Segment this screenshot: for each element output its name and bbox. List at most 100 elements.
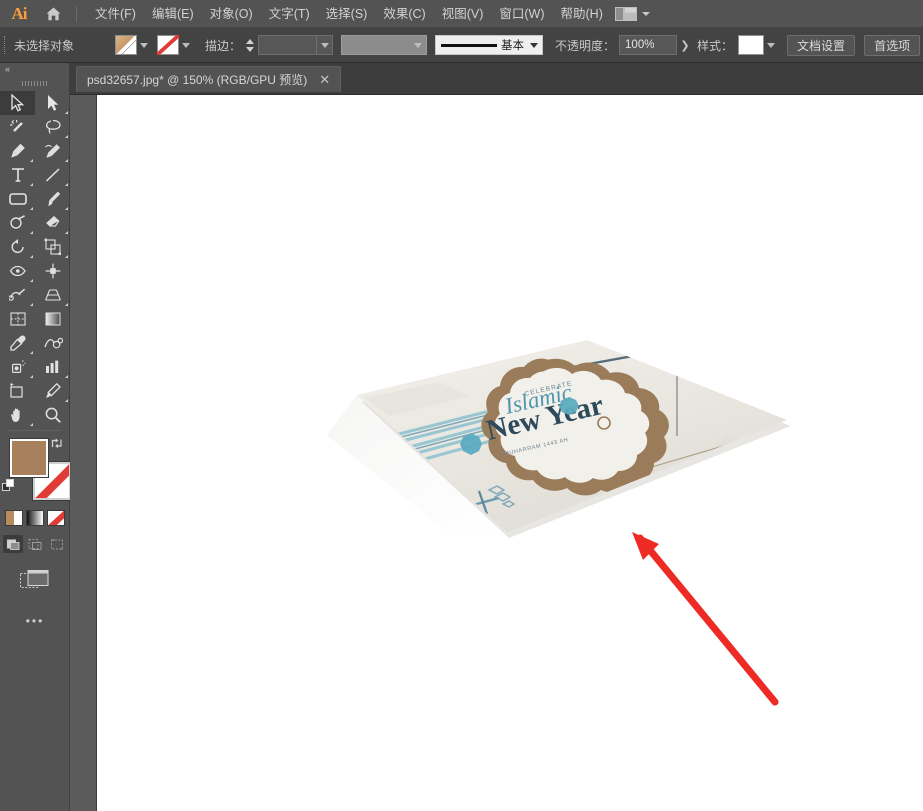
poster-mockup-artwork[interactable]: CELEBRATE Islamic New Year 1 MUHARRAM 14… — [207, 340, 807, 580]
fill-color-swatch[interactable] — [115, 35, 137, 55]
chevron-down-icon — [767, 42, 776, 48]
direct-selection-tool[interactable] — [35, 91, 70, 115]
chevron-down-icon — [140, 42, 148, 48]
eyedropper-tool[interactable] — [0, 331, 35, 355]
type-tool[interactable] — [0, 163, 35, 187]
screen-mode-icon[interactable] — [20, 569, 50, 596]
menu-items: 文件(F) 编辑(E) 对象(O) 文字(T) 选择(S) 效果(C) 视图(V… — [87, 1, 611, 27]
menu-help[interactable]: 帮助(H) — [553, 2, 611, 26]
menu-view[interactable]: 视图(V) — [434, 2, 492, 26]
stroke-weight-dropdown[interactable] — [316, 36, 332, 54]
chevron-down-icon — [642, 12, 650, 16]
fill-dropdown-arrow[interactable] — [137, 35, 151, 55]
graphic-style-dropdown[interactable] — [764, 35, 778, 55]
blend-tool[interactable] — [35, 331, 70, 355]
chevron-down-icon — [246, 46, 255, 52]
document-setup-button[interactable]: 文档设置 — [787, 34, 856, 56]
brush-definition-dropdown[interactable] — [526, 36, 542, 54]
rotate-tool[interactable] — [0, 235, 35, 259]
collapse-panel-icon[interactable]: « — [5, 64, 10, 74]
menubar-divider — [76, 5, 77, 22]
draw-normal-button[interactable] — [3, 535, 23, 553]
brush-definition-select[interactable]: 基本 — [435, 35, 544, 55]
chevron-up-icon — [246, 38, 255, 44]
swap-fill-stroke-icon[interactable] — [50, 436, 64, 455]
menu-object[interactable]: 对象(O) — [202, 2, 261, 26]
tool-grid — [0, 89, 70, 427]
fill-swatch-group[interactable] — [115, 35, 151, 55]
toolbar-fill-swatch[interactable] — [9, 438, 49, 478]
close-icon[interactable]: ✕ — [317, 72, 332, 87]
menu-type[interactable]: 文字(T) — [261, 2, 318, 26]
illustrator-window: Ai 文件(F) 编辑(E) 对象(O) 文字(T) 选择(S) 效果(C) 视… — [0, 0, 923, 811]
gradient-tool[interactable] — [35, 307, 70, 331]
app-logo: Ai — [11, 3, 28, 23]
tools-panel-header: « — [0, 63, 69, 77]
draw-behind-button[interactable] — [25, 535, 45, 553]
more-tools-button[interactable]: ••• — [0, 611, 70, 631]
default-fill-stroke-icon[interactable] — [2, 479, 16, 498]
shaper-tool[interactable] — [0, 211, 35, 235]
eraser-tool[interactable] — [35, 211, 70, 235]
workspace-switcher[interactable] — [610, 3, 655, 25]
draw-inside-button[interactable] — [47, 535, 67, 553]
stroke-weight-input[interactable] — [258, 35, 334, 55]
preferences-button[interactable]: 首选项 — [864, 34, 921, 56]
curvature-tool[interactable] — [35, 139, 70, 163]
menu-select[interactable]: 选择(S) — [318, 2, 376, 26]
symbol-sprayer-tool[interactable] — [0, 355, 35, 379]
shape-builder-tool[interactable] — [0, 283, 35, 307]
workspace-layout-icon — [615, 7, 637, 21]
artboard-tool[interactable] — [0, 379, 35, 403]
document-tab[interactable]: psd32657.jpg* @ 150% (RGB/GPU 预览) ✕ — [76, 66, 342, 92]
home-icon[interactable] — [36, 1, 70, 27]
free-transform-tool[interactable] — [35, 259, 70, 283]
line-segment-tool[interactable] — [35, 163, 70, 187]
slice-tool[interactable] — [35, 379, 70, 403]
color-mode-row — [0, 510, 70, 530]
pen-tool[interactable] — [0, 139, 35, 163]
rectangle-tool[interactable] — [0, 187, 35, 211]
stroke-swatch-group[interactable] — [157, 35, 193, 55]
perspective-grid-tool[interactable] — [35, 283, 70, 307]
stroke-dropdown-arrow[interactable] — [179, 35, 193, 55]
none-mode-button[interactable] — [47, 510, 65, 526]
stroke-weight-label: 描边： — [205, 38, 242, 53]
mesh-tool[interactable] — [0, 307, 35, 331]
gradient-mode-button[interactable] — [26, 510, 44, 526]
zoom-tool[interactable] — [35, 403, 70, 427]
control-bar: 未选择对象 描边： 基本 不透明度： 100% ❯ 样式： 文档设置 首选项 — [0, 28, 923, 63]
paintbrush-tool[interactable] — [35, 187, 70, 211]
menu-file[interactable]: 文件(F) — [87, 2, 144, 26]
opacity-input[interactable]: 100% — [619, 35, 678, 55]
width-profile-dropdown[interactable] — [410, 36, 426, 54]
document-canvas[interactable]: CELEBRATE Islamic New Year 1 MUHARRAM 14… — [97, 95, 923, 811]
selection-status: 未选择对象 — [14, 38, 75, 53]
graphic-style-label: 样式： — [697, 38, 734, 53]
opacity-options-button[interactable]: ❯ — [677, 35, 693, 55]
width-tool[interactable] — [0, 259, 35, 283]
tools-divider — [8, 430, 61, 431]
brush-definition-value: 基本 — [501, 40, 525, 52]
column-graph-tool[interactable] — [35, 355, 70, 379]
menu-effect[interactable]: 效果(C) — [375, 2, 433, 26]
chevron-down-icon — [320, 42, 329, 48]
lasso-tool[interactable] — [35, 115, 70, 139]
magic-wand-tool[interactable] — [0, 115, 35, 139]
document-tab-title: psd32657.jpg* @ 150% (RGB/GPU 预览) — [87, 73, 308, 87]
menu-edit[interactable]: 编辑(E) — [144, 2, 202, 26]
stroke-weight-stepper[interactable] — [244, 35, 256, 55]
graphic-style-swatch[interactable] — [738, 35, 765, 55]
drawing-mode-row — [0, 535, 70, 555]
menu-window[interactable]: 窗口(W) — [491, 2, 552, 26]
control-bar-grip[interactable] — [0, 28, 10, 63]
menu-bar: Ai 文件(F) 编辑(E) 对象(O) 文字(T) 选择(S) 效果(C) 视… — [0, 0, 923, 28]
stroke-color-swatch[interactable] — [157, 35, 179, 55]
tools-panel-grip[interactable] — [0, 77, 69, 89]
variable-width-profile[interactable] — [341, 35, 428, 55]
scale-tool[interactable] — [35, 235, 70, 259]
screen-mode-row — [0, 567, 70, 597]
color-mode-button[interactable] — [5, 510, 23, 526]
selection-tool[interactable] — [0, 91, 35, 115]
hand-tool[interactable] — [0, 403, 35, 427]
